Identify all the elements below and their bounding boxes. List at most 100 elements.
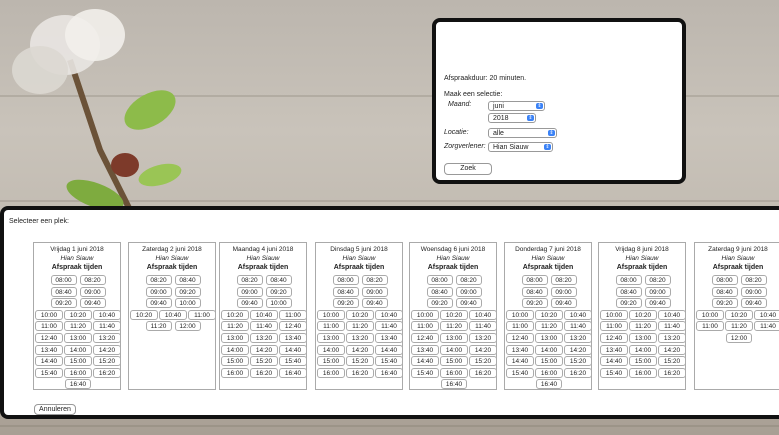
time-slot-button[interactable]: 14:20 [658, 344, 686, 355]
time-slot-button[interactable]: 10:20 [440, 309, 468, 320]
time-slot-button[interactable]: 08:20 [79, 275, 106, 285]
time-slot-button[interactable]: 15:20 [346, 356, 374, 367]
time-slot-button[interactable]: 14:20 [93, 344, 121, 355]
time-slot-button[interactable]: 09:00 [455, 286, 482, 297]
time-slot-button[interactable]: 09:20 [426, 298, 453, 309]
time-slot-button[interactable]: 10:40 [754, 309, 779, 320]
time-slot-button[interactable]: 09:40 [740, 298, 767, 309]
time-slot-button[interactable]: 11:00 [411, 321, 439, 332]
time-slot-button[interactable]: 11:00 [35, 321, 63, 332]
time-slot-button[interactable]: 15:00 [64, 356, 92, 367]
time-slot-button[interactable]: 10:00 [411, 309, 439, 320]
time-slot-button[interactable]: 15:00 [317, 356, 345, 367]
time-slot-button[interactable]: 13:40 [411, 344, 439, 355]
time-slot-button[interactable]: 14:20 [469, 344, 497, 355]
time-slot-button[interactable]: 10:00 [265, 298, 292, 309]
time-slot-button[interactable]: 09:20 [50, 298, 77, 309]
time-slot-button[interactable]: 08:20 [550, 275, 577, 285]
time-slot-button[interactable]: 11:00 [600, 321, 628, 332]
time-slot-button[interactable]: 16:00 [535, 367, 563, 378]
time-slot-button[interactable]: 11:40 [375, 321, 403, 332]
time-slot-button[interactable]: 08:00 [50, 275, 77, 285]
time-slot-button[interactable]: 10:40 [564, 309, 592, 320]
time-slot-button[interactable]: 16:00 [317, 367, 345, 378]
time-slot-button[interactable]: 12:40 [35, 333, 63, 343]
time-slot-button[interactable]: 15:00 [629, 356, 657, 367]
time-slot-button[interactable]: 13:40 [600, 344, 628, 355]
time-slot-button[interactable]: 09:40 [455, 298, 482, 309]
time-slot-button[interactable]: 10:00 [317, 309, 345, 320]
time-slot-button[interactable]: 14:00 [440, 344, 468, 355]
time-slot-button[interactable]: 16:40 [65, 379, 91, 390]
cancel-button[interactable]: Annuleren [34, 404, 76, 415]
time-slot-button[interactable]: 09:40 [236, 298, 263, 309]
time-slot-button[interactable]: 12:00 [174, 321, 201, 332]
time-slot-button[interactable]: 15:20 [658, 356, 686, 367]
time-slot-button[interactable]: 13:20 [564, 333, 592, 343]
time-slot-button[interactable]: 15:40 [35, 367, 63, 378]
time-slot-button[interactable]: 11:40 [564, 321, 592, 332]
time-slot-button[interactable]: 08:20 [236, 275, 263, 285]
time-slot-button[interactable]: 08:00 [332, 275, 359, 285]
time-slot-button[interactable]: 13:20 [93, 333, 121, 343]
time-slot-button[interactable]: 14:40 [35, 356, 63, 367]
time-slot-button[interactable]: 08:40 [265, 275, 292, 285]
time-slot-button[interactable]: 13:40 [375, 333, 403, 343]
time-slot-button[interactable]: 13:00 [64, 333, 92, 343]
provider-select[interactable]: Hian Siauw ⇕ [488, 142, 553, 152]
time-slot-button[interactable]: 08:40 [521, 286, 548, 297]
time-slot-button[interactable]: 09:40 [361, 298, 388, 309]
time-slot-button[interactable]: 15:40 [600, 367, 628, 378]
time-slot-button[interactable]: 10:40 [250, 309, 278, 320]
time-slot-button[interactable]: 16:20 [469, 367, 497, 378]
time-slot-button[interactable]: 11:20 [221, 321, 249, 332]
time-slot-button[interactable]: 11:20 [535, 321, 563, 332]
time-slot-button[interactable]: 10:20 [221, 309, 249, 320]
time-slot-button[interactable]: 12:00 [726, 333, 752, 343]
time-slot-button[interactable]: 16:00 [64, 367, 92, 378]
time-slot-button[interactable]: 16:40 [375, 367, 403, 378]
time-slot-button[interactable]: 11:00 [188, 309, 216, 320]
year-select[interactable]: 2018 ⇕ [488, 113, 536, 123]
time-slot-button[interactable]: 14:40 [411, 356, 439, 367]
time-slot-button[interactable]: 10:20 [725, 309, 753, 320]
time-slot-button[interactable]: 10:40 [159, 309, 187, 320]
time-slot-button[interactable]: 15:40 [411, 367, 439, 378]
time-slot-button[interactable]: 13:00 [535, 333, 563, 343]
time-slot-button[interactable]: 10:00 [696, 309, 724, 320]
time-slot-button[interactable]: 08:00 [615, 275, 642, 285]
time-slot-button[interactable]: 15:20 [250, 356, 278, 367]
time-slot-button[interactable]: 14:40 [375, 344, 403, 355]
time-slot-button[interactable]: 15:40 [375, 356, 403, 367]
time-slot-button[interactable]: 08:20 [145, 275, 172, 285]
time-slot-button[interactable]: 14:00 [317, 344, 345, 355]
time-slot-button[interactable]: 09:00 [361, 286, 388, 297]
time-slot-button[interactable]: 14:20 [564, 344, 592, 355]
time-slot-button[interactable]: 09:00 [740, 286, 767, 297]
time-slot-button[interactable]: 09:20 [265, 286, 292, 297]
time-slot-button[interactable]: 08:00 [426, 275, 453, 285]
time-slot-button[interactable]: 10:40 [93, 309, 121, 320]
time-slot-button[interactable]: 09:00 [236, 286, 263, 297]
time-slot-button[interactable]: 11:20 [64, 321, 92, 332]
time-slot-button[interactable]: 16:00 [629, 367, 657, 378]
time-slot-button[interactable]: 11:40 [658, 321, 686, 332]
time-slot-button[interactable]: 16:00 [221, 367, 249, 378]
time-slot-button[interactable]: 16:20 [250, 367, 278, 378]
time-slot-button[interactable]: 08:20 [644, 275, 671, 285]
time-slot-button[interactable]: 10:20 [629, 309, 657, 320]
time-slot-button[interactable]: 09:00 [644, 286, 671, 297]
time-slot-button[interactable]: 11:20 [346, 321, 374, 332]
time-slot-button[interactable]: 08:40 [332, 286, 359, 297]
time-slot-button[interactable]: 09:40 [145, 298, 172, 309]
time-slot-button[interactable]: 11:20 [440, 321, 468, 332]
time-slot-button[interactable]: 09:20 [521, 298, 548, 309]
time-slot-button[interactable]: 09:40 [79, 298, 106, 309]
time-slot-button[interactable]: 14:00 [64, 344, 92, 355]
time-slot-button[interactable]: 15:00 [221, 356, 249, 367]
time-slot-button[interactable]: 14:40 [506, 356, 534, 367]
time-slot-button[interactable]: 09:20 [174, 286, 201, 297]
time-slot-button[interactable]: 10:20 [346, 309, 374, 320]
time-slot-button[interactable]: 13:40 [506, 344, 534, 355]
time-slot-button[interactable]: 11:00 [317, 321, 345, 332]
